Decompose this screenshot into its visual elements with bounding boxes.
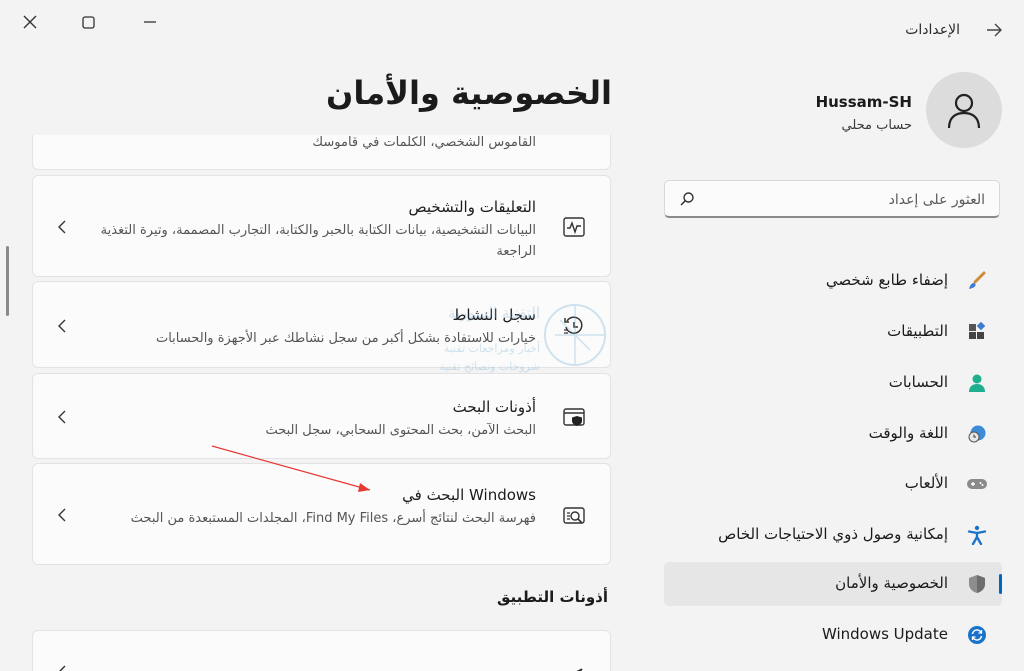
chevron-left-icon [55,319,69,333]
sidebar-item-label: إضفاء طابع شخصي [825,271,948,289]
card-description: البحث الآمن، بحث المحتوى السحابي، سجل ال… [265,423,536,438]
gamepad-icon [966,473,988,495]
shield-icon [966,573,988,595]
chevron-left-icon [55,220,69,234]
windows-search-icon [560,502,588,530]
brush-icon [966,270,988,292]
account-type: حساب محلي [841,118,912,133]
page-title: الخصوصية والأمان [326,74,612,112]
sidebar-item-gaming[interactable]: الألعاب [664,462,1002,506]
maximize-button[interactable] [74,8,102,36]
sidebar-item-label: اللغة والوقت [868,424,948,442]
sidebar-item-apps[interactable]: التطبيقات [664,310,1002,354]
section-header-app-permissions: أذونات التطبيق [497,588,608,606]
maximize-icon [81,15,95,29]
sidebar-item-personalization[interactable]: إضفاء طابع شخصي [664,259,1002,303]
sidebar-item-label: الألعاب [904,474,948,492]
chevron-left-icon [55,410,69,424]
back-arrow-icon [987,23,1002,37]
update-icon [966,624,988,646]
search-input[interactable] [713,188,987,212]
minimize-button[interactable] [136,8,164,36]
apps-icon [966,321,988,343]
search-box[interactable] [664,180,1000,218]
user-name: Hussam-SH [815,93,912,111]
settings-card-diagnostics-feedback[interactable]: التعليقات والتشخيص البيانات التشخيصية، ب… [32,175,611,277]
chevron-left-icon [55,508,69,522]
card-title: أذونات البحث [452,398,536,416]
sidebar-item-accounts[interactable]: الحسابات [664,361,1002,405]
dictionary-icon [560,135,588,138]
diagnostics-icon [560,213,588,241]
search-icon [680,192,694,206]
globe-clock-icon [966,423,988,445]
chevron-left-icon [55,665,69,671]
scrollbar-thumb[interactable] [6,246,9,316]
close-icon [23,15,37,29]
sidebar-item-label: الخصوصية والأمان [835,574,948,592]
sidebar-item-accessibility[interactable]: إمكانية وصول ذوي الاحتياجات الخاص [664,513,1002,557]
sidebar-item-label: Windows Update [821,625,948,643]
watermark-logo: التقنية السورية أخبار ومراجعات تقنية شرو… [400,290,620,384]
minimize-icon [144,21,156,23]
settings-card-speech-dictionary[interactable]: القاموس الشخصي، الكلمات في قاموسك [32,135,611,170]
close-button[interactable] [16,8,44,36]
settings-window: الإعدادات Hussam-SH حساب محلي إضفاء طابع… [0,0,1024,671]
app-title: الإعدادات [905,22,960,38]
sidebar-item-label: التطبيقات [887,322,948,340]
back-button[interactable] [982,18,1006,42]
card-description: القاموس الشخصي، الكلمات في قاموسك [312,135,536,150]
card-description: البيانات التشخيصية، بيانات الكتابة بالحب… [100,223,536,259]
card-title: التعليقات والتشخيص [408,198,536,216]
sidebar-item-time-language[interactable]: اللغة والوقت [664,412,1002,456]
watermark-title: التقنية السورية [448,304,540,322]
settings-card-searching-windows[interactable]: البحث في Windows فهرسة البحث لنتائج أسرع… [32,463,611,565]
person-icon [966,372,988,394]
watermark-tagline: شروحات ونصائح تقنية [439,360,540,373]
sidebar-item-label: الحسابات [888,373,948,391]
person-icon [947,93,981,129]
settings-card-app-permission-first[interactable] [32,630,611,671]
sidebar-item-label: إمكانية وصول ذوي الاحتياجات الخاص [718,525,948,543]
search-permissions-icon [560,403,588,431]
sidebar-item-windows-update[interactable]: Windows Update [664,613,1002,657]
location-icon [560,659,588,671]
card-description: فهرسة البحث لنتائج أسرع، Find My Files، … [130,511,536,526]
sidebar-item-privacy-security[interactable]: الخصوصية والأمان [664,562,1002,606]
watermark-subtitle: أخبار ومراجعات تقنية [444,341,540,355]
settings-card-search-permissions[interactable]: أذونات البحث البحث الآمن، بحث المحتوى ال… [32,373,611,459]
avatar[interactable] [926,72,1002,148]
card-title: البحث في Windows [402,486,536,504]
accessibility-icon [966,524,988,546]
active-indicator [999,574,1002,594]
